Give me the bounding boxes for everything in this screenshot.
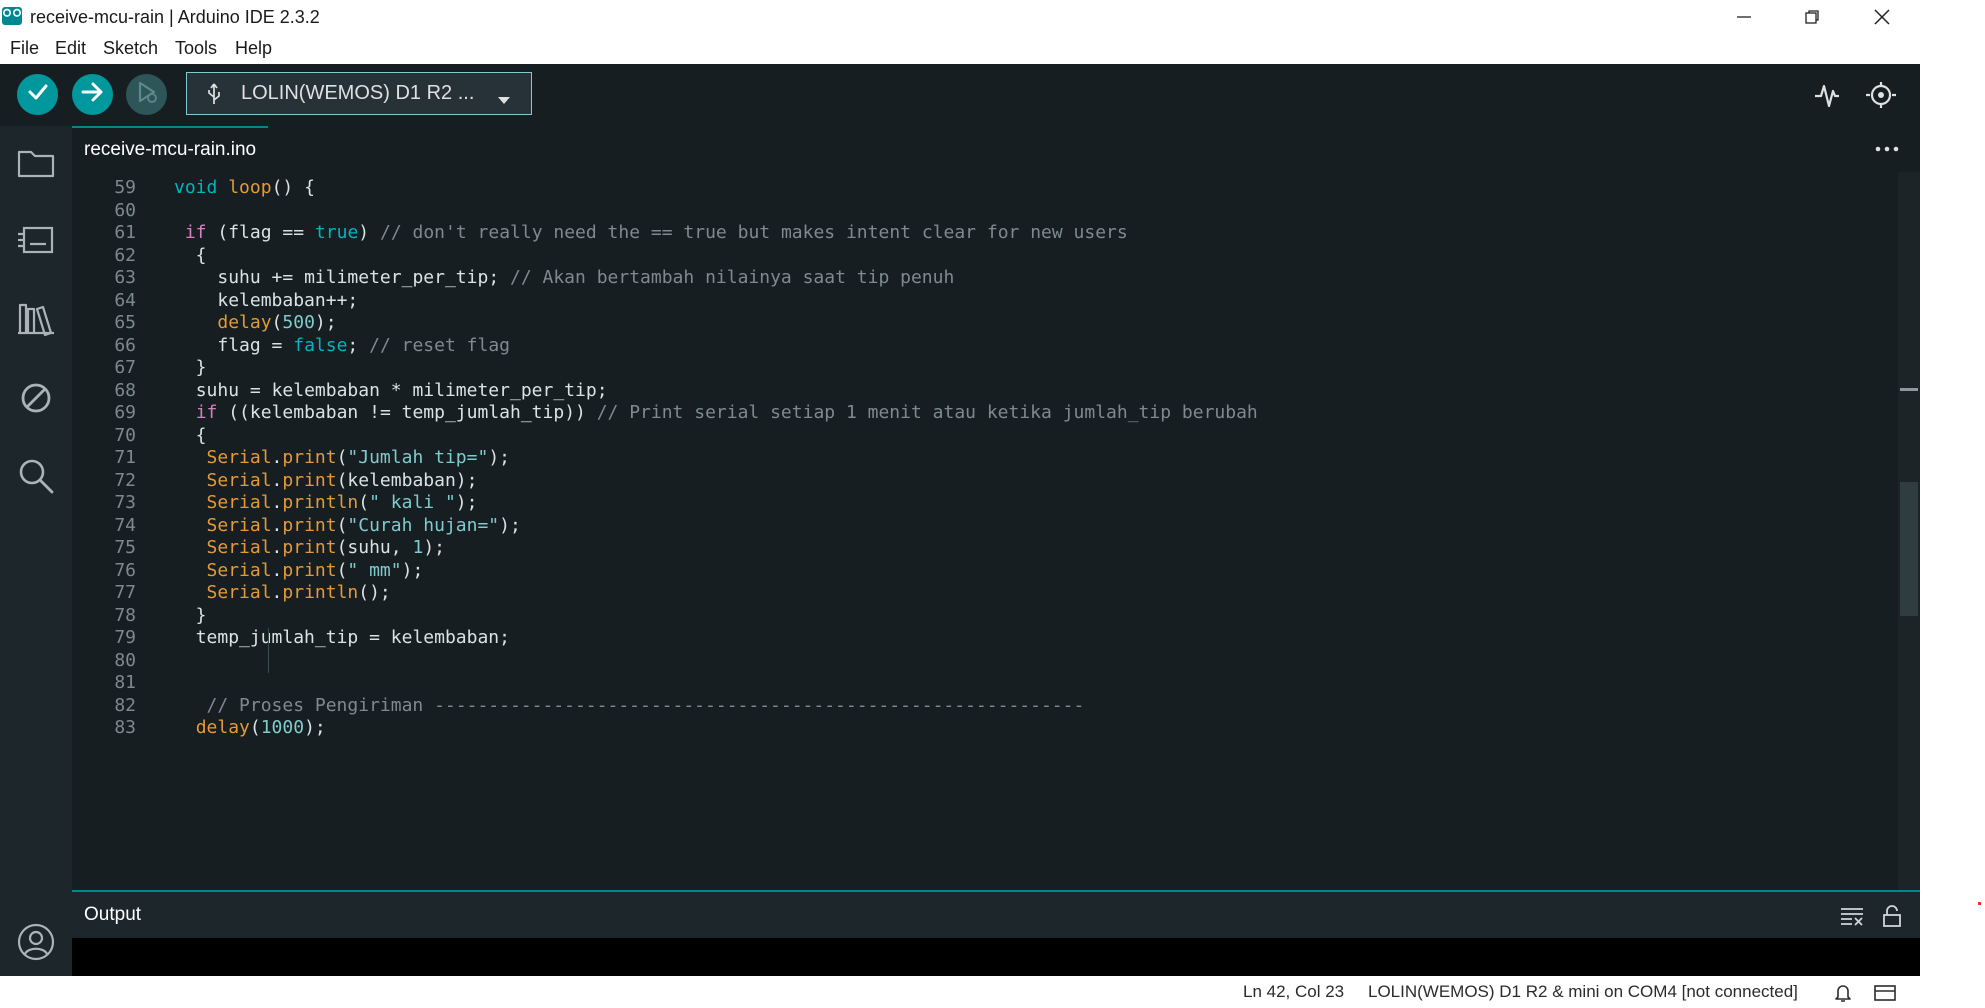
menu-sketch[interactable]: Sketch bbox=[103, 38, 158, 59]
sketchbook-folder-icon[interactable] bbox=[14, 140, 58, 184]
more-actions-icon[interactable] bbox=[1872, 134, 1902, 164]
scrollbar-thumb[interactable] bbox=[1900, 482, 1918, 616]
upload-icon bbox=[80, 80, 106, 109]
activity-bar bbox=[0, 126, 72, 1008]
search-icon[interactable] bbox=[14, 454, 58, 498]
cursor-position[interactable]: Ln 42, Col 23 bbox=[1243, 982, 1344, 1002]
close-icon[interactable] bbox=[1848, 0, 1916, 34]
arduino-logo-icon bbox=[2, 7, 22, 25]
editor-tab-bar: receive-mcu-rain.ino bbox=[72, 126, 1920, 173]
window-title: receive-mcu-rain | Arduino IDE 2.3.2 bbox=[30, 7, 320, 27]
red-dot bbox=[1978, 902, 1981, 905]
chevron-down-icon bbox=[497, 89, 511, 112]
usb-icon bbox=[205, 82, 223, 112]
menu-file[interactable]: File bbox=[10, 38, 39, 59]
code-editor[interactable]: 59 void loop() {60 61 if (flag == true) //… bbox=[72, 172, 1920, 890]
minimize-icon[interactable] bbox=[1710, 0, 1778, 34]
code-line[interactable]: 83 delay(1000); bbox=[72, 714, 1892, 742]
tab-receive-mcu-rain[interactable]: receive-mcu-rain.ino bbox=[72, 126, 269, 172]
library-manager-icon[interactable] bbox=[14, 296, 58, 340]
output-title: Output bbox=[84, 904, 142, 925]
lock-scroll-icon[interactable] bbox=[1880, 904, 1904, 928]
debug-disabled-icon[interactable] bbox=[14, 376, 58, 420]
indent-guide bbox=[268, 628, 269, 673]
debug-icon bbox=[134, 79, 160, 110]
output-panel-header: Output bbox=[72, 890, 1920, 938]
account-icon[interactable] bbox=[14, 920, 58, 964]
maximize-icon[interactable] bbox=[1778, 0, 1846, 34]
menu-bar: File Edit Sketch Tools Help bbox=[0, 34, 1920, 65]
line-code: delay(1000); bbox=[195, 717, 326, 738]
verify-icon bbox=[26, 80, 50, 109]
serial-plotter-icon[interactable] bbox=[1812, 80, 1842, 115]
toggle-output-icon[interactable] bbox=[1874, 982, 1896, 1004]
arduino-ide-window: receive-mcu-rain | Arduino IDE 2.3.2 Fil… bbox=[0, 0, 1920, 1008]
menu-help[interactable]: Help bbox=[235, 38, 272, 59]
output-console[interactable] bbox=[72, 938, 1920, 976]
debug-button[interactable] bbox=[126, 74, 167, 115]
title-bar: receive-mcu-rain | Arduino IDE 2.3.2 bbox=[0, 0, 1920, 34]
status-bar: Ln 42, Col 23 LOLIN(WEMOS) D1 R2 & mini … bbox=[0, 976, 1920, 1008]
board-selector[interactable]: LOLIN(WEMOS) D1 R2 ... bbox=[186, 72, 532, 115]
menu-tools[interactable]: Tools bbox=[175, 38, 217, 59]
tab-label: receive-mcu-rain.ino bbox=[84, 139, 257, 160]
clear-output-icon[interactable] bbox=[1840, 904, 1864, 928]
upload-button[interactable] bbox=[72, 74, 113, 115]
serial-monitor-icon[interactable] bbox=[1864, 80, 1898, 115]
board-connection-status[interactable]: LOLIN(WEMOS) D1 R2 & mini on COM4 [not c… bbox=[1368, 982, 1798, 1002]
editor-scrollbar[interactable] bbox=[1898, 172, 1920, 890]
boards-manager-icon[interactable] bbox=[14, 218, 58, 262]
verify-button[interactable] bbox=[17, 74, 58, 115]
board-label: LOLIN(WEMOS) D1 R2 ... bbox=[241, 82, 475, 104]
scrollbar-marker bbox=[1900, 388, 1918, 391]
line-number: 83 bbox=[114, 717, 136, 738]
notification-bell-icon[interactable] bbox=[1832, 982, 1854, 1004]
toolbar: LOLIN(WEMOS) D1 R2 ... bbox=[0, 64, 1920, 126]
menu-edit[interactable]: Edit bbox=[55, 38, 86, 59]
